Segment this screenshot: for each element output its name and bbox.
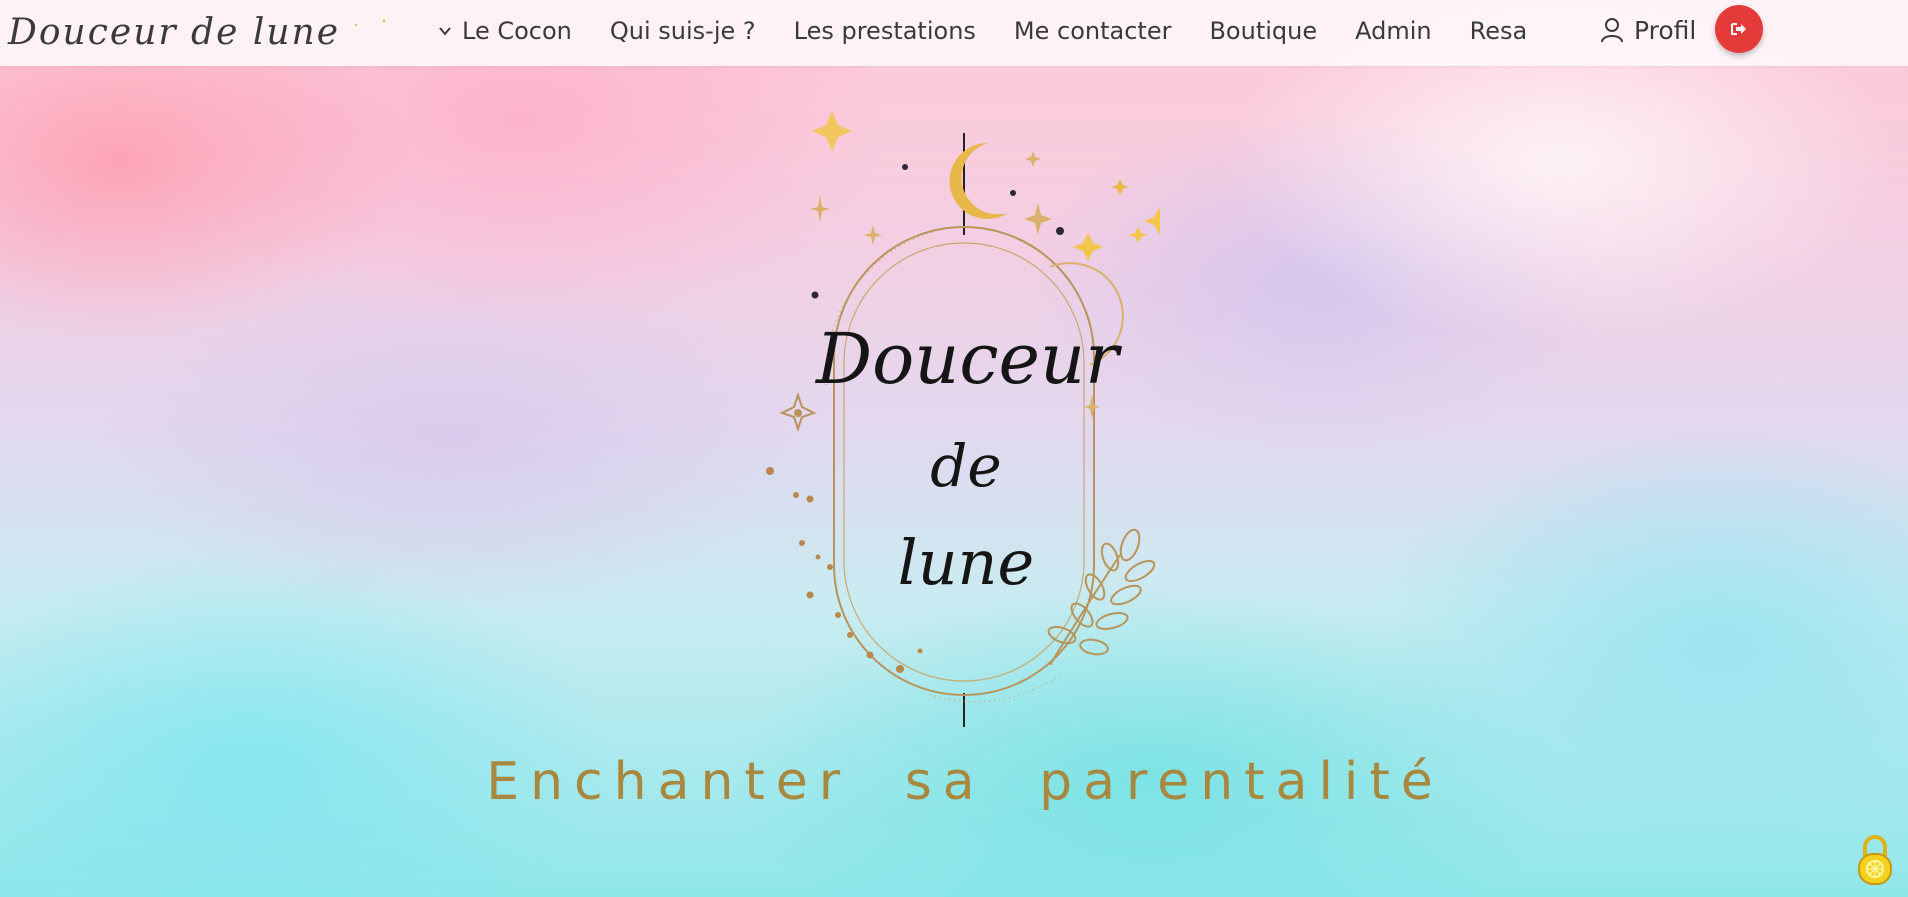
profile-label: Profil bbox=[1634, 15, 1697, 45]
main-nav: Le Cocon Qui suis-je ? Les prestations M… bbox=[438, 0, 1527, 62]
nav-item-qui-suis-je[interactable]: Qui suis-je ? bbox=[610, 17, 756, 45]
profile-link[interactable]: Profil bbox=[1600, 8, 1696, 52]
chevron-down-icon bbox=[439, 27, 451, 36]
top-navbar: Douceur de lune Le Cocon Qui suis-je ? L… bbox=[0, 0, 1908, 66]
nav-item-admin[interactable]: Admin bbox=[1355, 17, 1432, 45]
hero-logo-line-1: Douceur bbox=[816, 318, 1119, 400]
nav-item-resa[interactable]: Resa bbox=[1470, 17, 1528, 45]
user-icon bbox=[1601, 18, 1623, 43]
hero-tagline: Enchanter sa parentalité bbox=[486, 752, 1444, 812]
brand-name: Douceur de lune bbox=[8, 11, 341, 53]
nav-item-le-cocon[interactable]: Le Cocon bbox=[438, 17, 572, 45]
logout-button[interactable] bbox=[1715, 5, 1763, 53]
brand-logo-link[interactable]: Douceur de lune bbox=[8, 4, 390, 60]
nav-item-label: Le Cocon bbox=[462, 17, 572, 45]
lock-icon[interactable] bbox=[1856, 834, 1894, 888]
hero-logo-emblem bbox=[766, 111, 1160, 727]
nav-item-boutique[interactable]: Boutique bbox=[1209, 17, 1317, 45]
sign-out-icon bbox=[1731, 23, 1746, 35]
nav-item-me-contacter[interactable]: Me contacter bbox=[1014, 17, 1172, 45]
crescent-moon-icon bbox=[352, 17, 386, 46]
hero-logo-line-3: lune bbox=[897, 526, 1035, 599]
hero-logo-line-2: de bbox=[930, 432, 1002, 500]
nav-item-les-prestations[interactable]: Les prestations bbox=[794, 17, 976, 45]
